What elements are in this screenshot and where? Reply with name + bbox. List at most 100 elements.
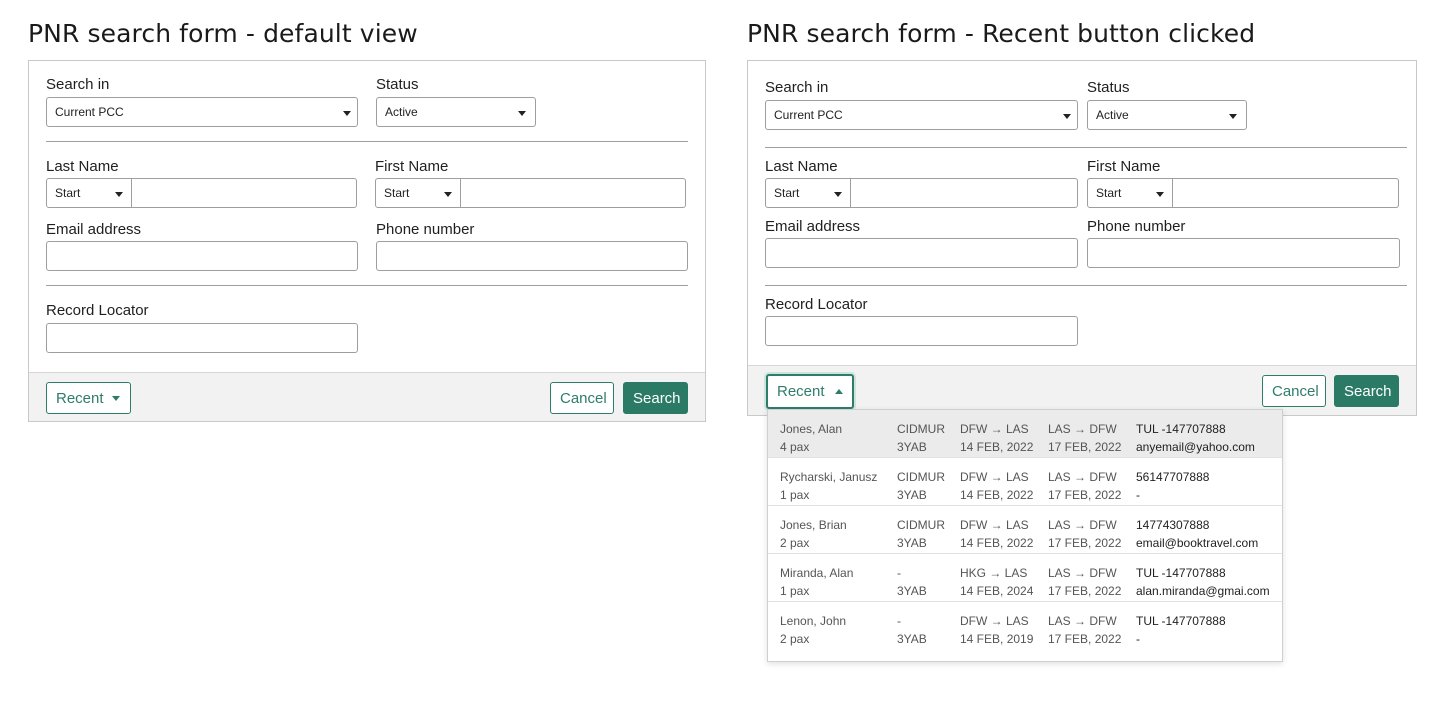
recent-out-date: 14 FEB, 2024 xyxy=(960,584,1034,598)
first-name-label: First Name xyxy=(375,158,449,175)
recent-ret-date: 17 FEB, 2022 xyxy=(1048,536,1122,550)
page-title-recent: PNR search form - Recent button clicked xyxy=(747,19,1256,48)
record-locator-field[interactable] xyxy=(765,316,1078,346)
cancel-button-label: Cancel xyxy=(560,390,607,407)
first-name-combo: Start xyxy=(1087,178,1399,208)
recent-phone: 14774307888 xyxy=(1136,518,1210,532)
status-select[interactable]: Active xyxy=(376,97,536,127)
recent-code2: 3YAB xyxy=(897,632,927,646)
search-button[interactable]: Search xyxy=(623,382,688,414)
status-value: Active xyxy=(385,105,418,119)
search-form-default: Search in Current PCC Status Active Last… xyxy=(28,60,706,422)
recent-pax: 2 pax xyxy=(780,536,810,550)
recent-name: Lenon, John xyxy=(780,614,847,628)
chevron-down-icon xyxy=(834,192,842,197)
last-name-mode-select[interactable]: Start xyxy=(766,179,850,207)
recent-phone: TUL -147707888 xyxy=(1136,566,1226,580)
last-name-combo: Start xyxy=(46,178,357,208)
search-in-value: Current PCC xyxy=(774,108,843,122)
recent-button-label: Recent xyxy=(56,390,104,407)
email-field[interactable] xyxy=(46,241,358,271)
chevron-down-icon xyxy=(1156,192,1164,197)
recent-item[interactable]: Lenon, John 2 pax - 3YAB DFW → LAS 14 FE… xyxy=(768,602,1282,650)
last-name-input[interactable] xyxy=(131,179,356,207)
recent-ret-route: LAS → DFW xyxy=(1048,422,1117,436)
email-label: Email address xyxy=(765,218,861,235)
chevron-up-icon xyxy=(835,389,843,394)
recent-item[interactable]: Jones, Alan 4 pax CIDMUR 3YAB DFW → LAS … xyxy=(768,410,1282,458)
record-locator-field[interactable] xyxy=(46,323,358,353)
first-name-mode-select[interactable]: Start xyxy=(376,179,460,207)
form-footer: Recent Cancel Search xyxy=(748,365,1416,415)
first-name-label: First Name xyxy=(1087,158,1161,175)
recent-email: anyemail@yahoo.com xyxy=(1136,440,1255,454)
last-name-label: Last Name xyxy=(765,158,838,175)
recent-pax: 4 pax xyxy=(780,440,810,454)
search-button[interactable]: Search xyxy=(1334,375,1399,407)
cancel-button[interactable]: Cancel xyxy=(550,382,614,414)
chevron-down-icon xyxy=(444,192,452,197)
recent-button[interactable]: Recent xyxy=(46,382,131,414)
recent-ret-date: 17 FEB, 2022 xyxy=(1048,632,1122,646)
first-name-mode-value: Start xyxy=(384,186,410,200)
last-name-input[interactable] xyxy=(850,179,1077,207)
recent-code1: - xyxy=(897,566,901,580)
recent-code1: CIDMUR xyxy=(897,470,945,484)
chevron-down-icon xyxy=(1229,114,1237,119)
search-form-recent: Search in Current PCC Status Active Last… xyxy=(747,60,1417,416)
recent-out-route: DFW → LAS xyxy=(960,470,1029,484)
first-name-mode-select[interactable]: Start xyxy=(1088,179,1172,207)
recent-item[interactable]: Miranda, Alan 1 pax - 3YAB HKG → LAS 14 … xyxy=(768,554,1282,602)
recent-code1: CIDMUR xyxy=(897,422,945,436)
phone-field[interactable] xyxy=(376,241,688,271)
status-label: Status xyxy=(376,76,419,93)
divider xyxy=(765,285,1407,286)
recent-code2: 3YAB xyxy=(897,488,927,502)
recent-button[interactable]: Recent xyxy=(766,374,854,409)
recent-phone: TUL -147707888 xyxy=(1136,614,1226,628)
phone-label: Phone number xyxy=(1087,218,1186,235)
search-button-label: Search xyxy=(1344,383,1392,400)
divider xyxy=(46,285,688,286)
recent-code2: 3YAB xyxy=(897,440,927,454)
recent-item[interactable]: Jones, Brian 2 pax CIDMUR 3YAB DFW → LAS… xyxy=(768,506,1282,554)
first-name-input[interactable] xyxy=(1172,179,1398,207)
search-in-value: Current PCC xyxy=(55,105,124,119)
record-locator-label: Record Locator xyxy=(46,302,149,319)
recent-email: - xyxy=(1136,488,1140,502)
cancel-button-label: Cancel xyxy=(1272,383,1319,400)
last-name-combo: Start xyxy=(765,178,1078,208)
divider xyxy=(765,147,1407,148)
chevron-down-icon xyxy=(1063,114,1071,119)
search-in-select[interactable]: Current PCC xyxy=(765,100,1078,130)
status-label: Status xyxy=(1087,79,1130,96)
status-value: Active xyxy=(1096,108,1129,122)
email-field[interactable] xyxy=(765,238,1078,268)
recent-ret-route: LAS → DFW xyxy=(1048,614,1117,628)
phone-field[interactable] xyxy=(1087,238,1400,268)
recent-item[interactable]: Rycharski, Janusz 1 pax CIDMUR 3YAB DFW … xyxy=(768,458,1282,506)
first-name-input[interactable] xyxy=(460,179,685,207)
page-title-default: PNR search form - default view xyxy=(28,19,418,48)
cancel-button[interactable]: Cancel xyxy=(1262,375,1326,407)
recent-out-route: DFW → LAS xyxy=(960,614,1029,628)
search-in-select[interactable]: Current PCC xyxy=(46,97,358,127)
recent-pax: 1 pax xyxy=(780,488,810,502)
recent-out-date: 14 FEB, 2019 xyxy=(960,632,1034,646)
last-name-label: Last Name xyxy=(46,158,119,175)
recent-dropdown: Jones, Alan 4 pax CIDMUR 3YAB DFW → LAS … xyxy=(767,409,1283,662)
form-footer: Recent Cancel Search xyxy=(29,372,705,421)
chevron-down-icon xyxy=(518,111,526,116)
recent-code1: - xyxy=(897,614,901,628)
recent-code2: 3YAB xyxy=(897,584,927,598)
last-name-mode-select[interactable]: Start xyxy=(47,179,131,207)
recent-ret-date: 17 FEB, 2022 xyxy=(1048,584,1122,598)
recent-out-route: HKG → LAS xyxy=(960,566,1028,580)
recent-name: Miranda, Alan xyxy=(780,566,854,580)
recent-out-date: 14 FEB, 2022 xyxy=(960,488,1034,502)
chevron-down-icon xyxy=(343,111,351,116)
last-name-mode-value: Start xyxy=(55,186,81,200)
recent-email: alan.miranda@gmai.com xyxy=(1136,584,1270,598)
status-select[interactable]: Active xyxy=(1087,100,1247,130)
recent-ret-date: 17 FEB, 2022 xyxy=(1048,488,1122,502)
